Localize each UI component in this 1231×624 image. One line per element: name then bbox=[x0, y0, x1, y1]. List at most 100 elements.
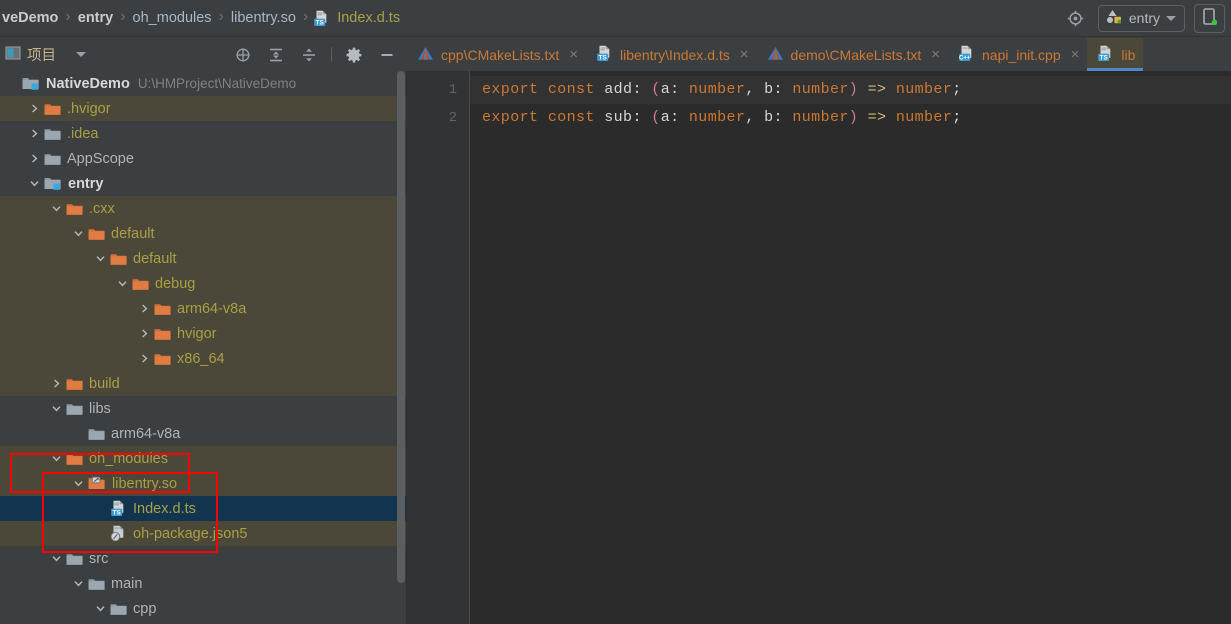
close-icon[interactable]: × bbox=[569, 47, 578, 62]
tree-row[interactable]: default bbox=[0, 246, 407, 271]
hide-toolwindow-icon[interactable] bbox=[374, 42, 400, 68]
editor-tab[interactable]: TS libentry\Index.d.ts × bbox=[586, 38, 757, 71]
chevron-down-icon[interactable] bbox=[94, 602, 107, 615]
chevron-down-icon[interactable] bbox=[50, 452, 63, 465]
tree-row[interactable]: hvigor bbox=[0, 321, 407, 346]
chevron-right-icon[interactable] bbox=[50, 377, 63, 390]
cmake-icon bbox=[417, 46, 434, 64]
code-token: ( bbox=[651, 81, 661, 98]
chevron-right-icon[interactable] bbox=[138, 327, 151, 340]
code-token: => bbox=[867, 109, 887, 126]
run-configuration-selector[interactable]: entry bbox=[1097, 4, 1185, 32]
chevron-down-icon[interactable] bbox=[94, 252, 107, 265]
tree-row[interactable]: oh-package.json5 bbox=[0, 521, 407, 546]
close-icon[interactable]: × bbox=[740, 47, 749, 62]
tree-row[interactable]: NativeDemo U:\HMProject\NativeDemo bbox=[0, 71, 407, 96]
breadcrumb-item[interactable]: oh_modules bbox=[131, 10, 214, 26]
code-token: b bbox=[764, 109, 774, 126]
chevron-down-icon[interactable] bbox=[50, 202, 63, 215]
folder-orange-icon bbox=[44, 102, 61, 116]
chevron-down-icon[interactable] bbox=[72, 477, 85, 490]
project-toolwindow-title-group[interactable]: 项目 bbox=[0, 44, 86, 65]
tree-row[interactable]: libs bbox=[0, 396, 407, 421]
chevron-right-icon[interactable] bbox=[28, 152, 41, 165]
chevron-down-icon[interactable] bbox=[50, 402, 63, 415]
project-tree[interactable]: NativeDemo U:\HMProject\NativeDemo .hvigor… bbox=[0, 71, 407, 624]
collapse-all-icon[interactable] bbox=[296, 42, 322, 68]
breadcrumb-item[interactable]: TS Index.d.ts bbox=[313, 10, 402, 27]
expand-all-icon[interactable] bbox=[263, 42, 289, 68]
editor-tab[interactable]: C++ napi_init.cpp × bbox=[948, 38, 1087, 71]
tree-row[interactable]: default bbox=[0, 221, 407, 246]
chevron-down-icon[interactable] bbox=[50, 552, 63, 565]
tree-row[interactable]: cpp bbox=[0, 596, 407, 621]
editor-tab-bar: cpp\CMakeLists.txt × TS libentry\Index.d.ts… bbox=[407, 38, 1231, 71]
tree-row-label: default bbox=[133, 250, 177, 267]
tree-row[interactable]: AppScope bbox=[0, 146, 407, 171]
close-icon[interactable]: × bbox=[1071, 47, 1080, 62]
tree-row[interactable]: .cxx bbox=[0, 196, 407, 221]
tree-row[interactable]: x86_64 bbox=[0, 346, 407, 371]
svg-text:TS: TS bbox=[113, 510, 122, 517]
tree-row[interactable]: arm64-v8a bbox=[0, 296, 407, 321]
code-editor[interactable]: 12 export const add: (a: number, b: numb… bbox=[407, 71, 1231, 624]
breadcrumb-item[interactable]: entry bbox=[76, 10, 115, 26]
run-config-label: entry bbox=[1128, 10, 1160, 26]
folder-gray-icon bbox=[110, 602, 127, 616]
tree-row[interactable]: TS Index.d.ts bbox=[0, 496, 407, 521]
editor-tab[interactable]: TS lib bbox=[1087, 38, 1144, 71]
chevron-down-icon[interactable] bbox=[116, 277, 129, 290]
tree-row-label: NativeDemo bbox=[46, 75, 130, 92]
tree-row[interactable]: main bbox=[0, 571, 407, 596]
tree-row[interactable]: debug bbox=[0, 271, 407, 296]
code-token: ( bbox=[651, 109, 661, 126]
cmake-icon bbox=[767, 46, 784, 64]
editor-tab-label: libentry\Index.d.ts bbox=[620, 46, 730, 63]
close-icon[interactable]: × bbox=[931, 47, 940, 62]
editor-tab[interactable]: demo\CMakeLists.txt × bbox=[757, 38, 948, 71]
crosshair-target-icon[interactable] bbox=[1063, 5, 1089, 31]
device-selector[interactable] bbox=[1194, 3, 1225, 33]
breadcrumb-item[interactable]: libentry.so bbox=[229, 10, 298, 26]
code-token: number bbox=[895, 81, 953, 98]
chevron-down-icon[interactable] bbox=[72, 577, 85, 590]
tree-row[interactable]: src bbox=[0, 546, 407, 571]
tree-row-label: libs bbox=[89, 400, 111, 417]
code-token: sub bbox=[604, 109, 633, 126]
project-tree-scrollbar[interactable] bbox=[397, 71, 405, 583]
editor-code-area[interactable]: export const add: (a: number, b: number)… bbox=[470, 71, 1231, 624]
tree-row[interactable]: entry bbox=[0, 171, 407, 196]
code-token: const bbox=[547, 109, 595, 126]
gear-icon[interactable] bbox=[341, 42, 367, 68]
breadcrumb-label: entry bbox=[77, 10, 114, 26]
chevron-right-icon[interactable] bbox=[28, 127, 41, 140]
chevron-down-icon[interactable] bbox=[72, 227, 85, 240]
editor-tab[interactable]: cpp\CMakeLists.txt × bbox=[407, 38, 586, 71]
tree-row[interactable]: oh_modules bbox=[0, 446, 407, 471]
chevron-right-icon[interactable] bbox=[138, 302, 151, 315]
chevron-down-icon[interactable] bbox=[28, 177, 41, 190]
tree-row[interactable]: build bbox=[0, 371, 407, 396]
tree-row[interactable]: .idea bbox=[0, 121, 407, 146]
tree-row[interactable]: .hvigor bbox=[0, 96, 407, 121]
tree-row-label: .idea bbox=[67, 125, 99, 142]
code-line[interactable]: export const sub: (a: number, b: number)… bbox=[470, 104, 1231, 132]
chevron-down-icon[interactable] bbox=[76, 52, 86, 57]
tree-row-label: .hvigor bbox=[67, 100, 111, 117]
chevron-right-icon[interactable] bbox=[138, 352, 151, 365]
code-token: ) bbox=[848, 109, 859, 126]
breadcrumb: veDemo › entry › oh_modules › libentry.so › TS In… bbox=[0, 8, 1063, 28]
tree-row[interactable]: arm64-v8a bbox=[0, 421, 407, 446]
tree-row-label: AppScope bbox=[67, 150, 134, 167]
tree-row[interactable]: libentry.so bbox=[0, 471, 407, 496]
code-line[interactable]: export const add: (a: number, b: number)… bbox=[470, 76, 1231, 104]
chevron-right-icon[interactable] bbox=[28, 102, 41, 115]
folder-orange-icon bbox=[88, 227, 105, 241]
breadcrumb-item[interactable]: veDemo bbox=[0, 10, 60, 26]
select-opened-file-icon[interactable] bbox=[230, 42, 256, 68]
